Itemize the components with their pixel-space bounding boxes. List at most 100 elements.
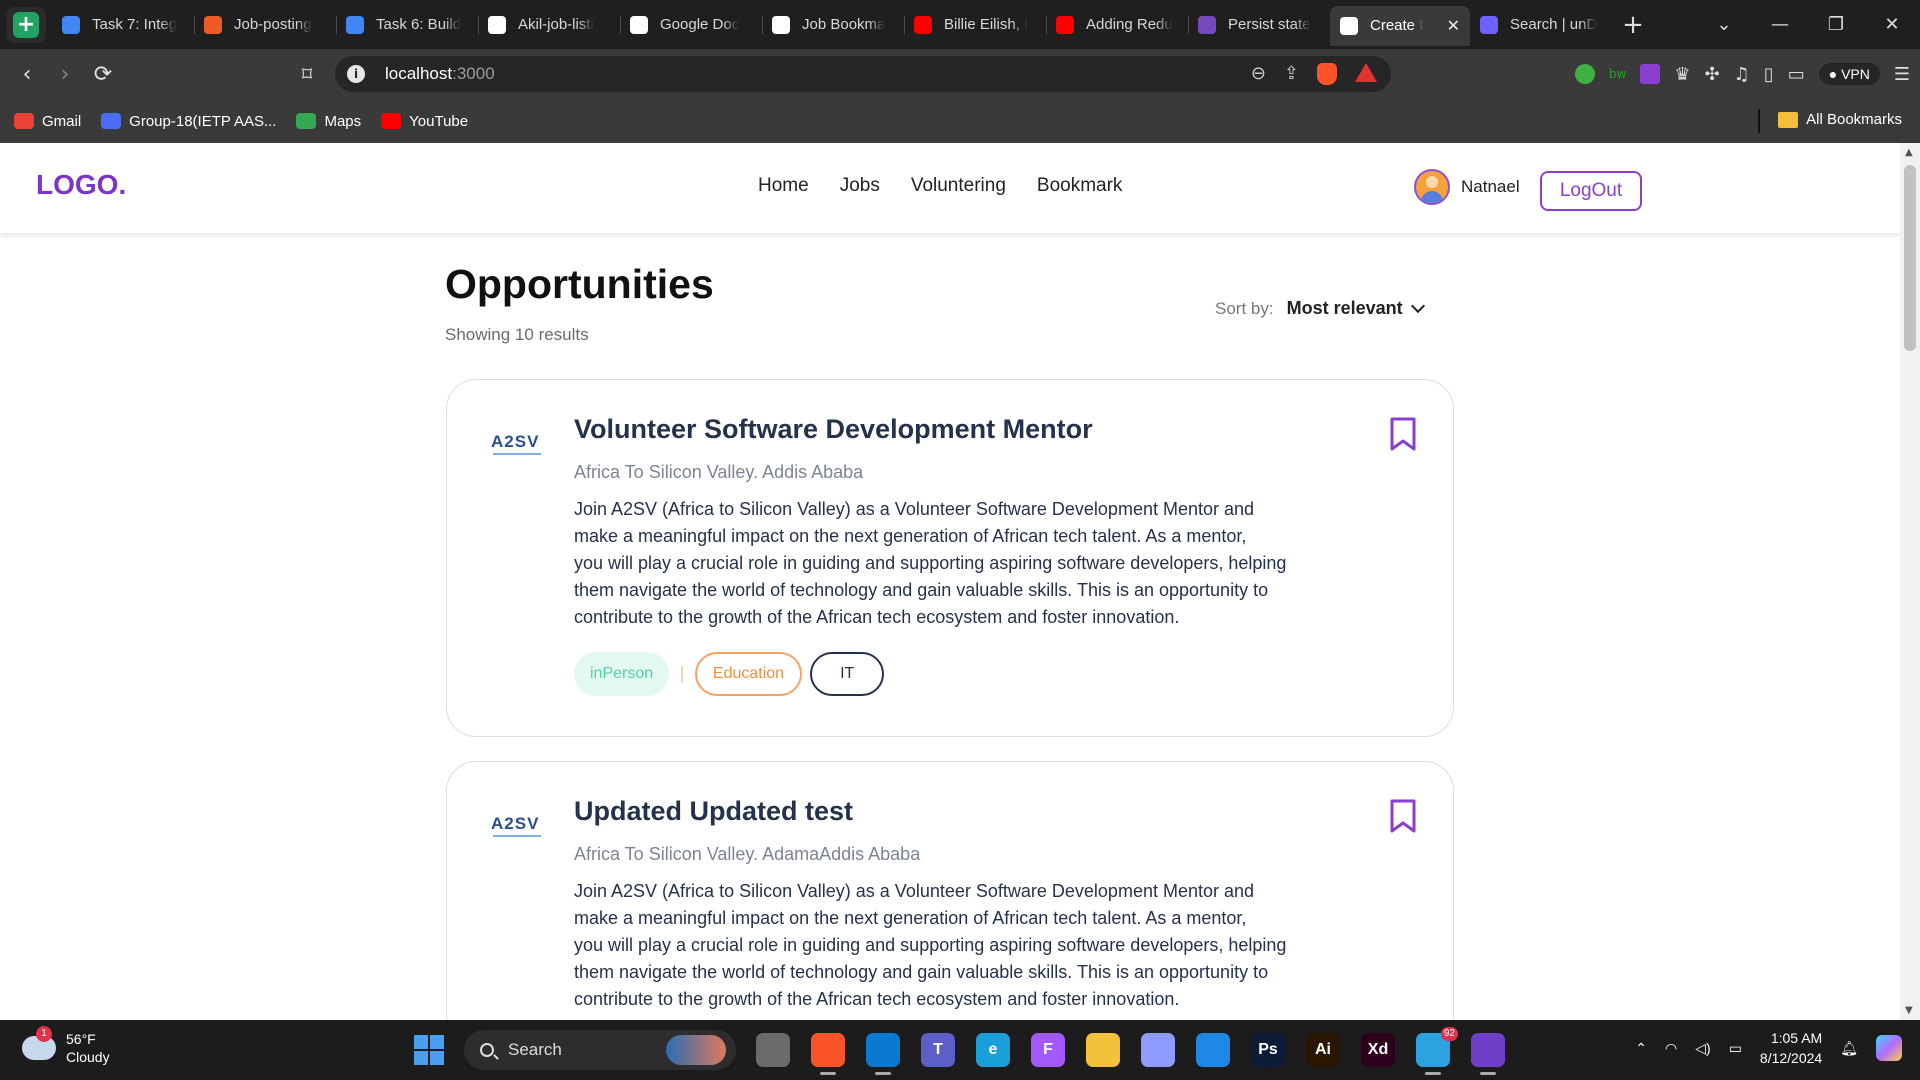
task-view-icon[interactable] <box>756 1033 790 1067</box>
opportunity-tags: inPerson | Education IT <box>574 652 885 696</box>
opportunity-card[interactable]: A2SV Volunteer Software Development Ment… <box>446 379 1454 737</box>
edge-icon[interactable]: e <box>976 1033 1010 1067</box>
logout-button[interactable]: LogOut <box>1540 171 1642 211</box>
reload-button[interactable]: ⟳ <box>84 62 122 87</box>
description-line: you will play a crucial role in guiding … <box>574 553 1287 573</box>
extensions-area: bw ♛ ✣ ♫ ▯ ▭ ● VPN ☰ <box>1574 49 1920 99</box>
tag-location-type: inPerson <box>574 652 670 696</box>
brave-icon[interactable] <box>811 1033 845 1075</box>
tab-search-chevron-icon[interactable]: ⌄ <box>1696 14 1752 35</box>
bookmark-item[interactable]: Gmail <box>14 113 81 130</box>
extension-plus-icon[interactable] <box>1574 64 1595 84</box>
browser-tab[interactable]: Persist state <box>1188 6 1330 44</box>
extension-s-icon[interactable] <box>1640 64 1661 84</box>
browser-tab[interactable]: Google Doc <box>620 6 762 44</box>
github-icon <box>488 15 506 34</box>
teams-icon[interactable]: T <box>921 1033 955 1067</box>
opportunity-org-location: Africa To Silicon Valley. AdamaAddis Aba… <box>574 844 921 864</box>
all-bookmarks-button[interactable]: All Bookmarks <box>1778 111 1902 128</box>
extension-crown-icon[interactable]: ♛ <box>1674 64 1690 85</box>
url-text[interactable]: localhost:3000 <box>385 64 495 84</box>
opportunity-title[interactable]: Volunteer Software Development Mentor <box>574 414 1093 445</box>
brave-shields-icon[interactable] <box>1317 63 1337 85</box>
illustrator-icon[interactable]: Ai <box>1306 1033 1340 1067</box>
extensions-puzzle-icon[interactable]: ✣ <box>1705 64 1720 85</box>
share-icon[interactable]: ⇪ <box>1284 63 1299 85</box>
copilot-icon[interactable] <box>1876 1035 1902 1061</box>
start-button[interactable] <box>414 1035 444 1065</box>
zoom-icon[interactable]: ⊖ <box>1251 63 1266 85</box>
opportunity-title[interactable]: Updated Updated test <box>574 796 853 827</box>
browser-tab[interactable]: Adding Redu <box>1046 6 1188 44</box>
sidebar-icon[interactable]: ▯ <box>1764 64 1774 85</box>
sort-label: Sort by: <box>1215 298 1274 318</box>
vpn-button[interactable]: ● VPN <box>1818 63 1880 85</box>
xd-icon[interactable]: Xd <box>1361 1033 1395 1067</box>
scroll-down-icon[interactable]: ▼ <box>1905 1005 1913 1016</box>
bookmark-label: Group-18(IETP AAS... <box>129 112 277 130</box>
close-tab-icon[interactable]: ✕ <box>1447 16 1460 36</box>
browser-tab[interactable]: Billie Eilish, I <box>904 6 1046 44</box>
nav-bookmark[interactable]: Bookmark <box>1037 175 1123 197</box>
browser-tab[interactable]: Create I ✕ <box>1330 5 1470 46</box>
bookmark-item[interactable]: Maps <box>296 113 361 130</box>
google-icon <box>630 15 648 34</box>
browser-tab[interactable]: Akil-job-listi <box>478 6 620 44</box>
telegram-icon[interactable]: 92 <box>1416 1027 1458 1075</box>
user-profile[interactable]: Natnael <box>1414 169 1520 205</box>
tab-title: Task 7: Integ <box>92 16 178 33</box>
photoshop-icon[interactable]: Ps <box>1251 1033 1285 1067</box>
taskbar-search[interactable]: Search <box>464 1030 736 1070</box>
bookmark-icon[interactable] <box>1389 416 1417 452</box>
battery-icon[interactable]: ▭ <box>1729 1040 1742 1057</box>
close-window-button[interactable]: ✕ <box>1864 14 1920 35</box>
nav-jobs[interactable]: Jobs <box>840 175 880 197</box>
framer-icon[interactable] <box>1196 1033 1230 1067</box>
volume-icon[interactable]: ◁) <box>1695 1040 1710 1057</box>
nav-voluntering[interactable]: Voluntering <box>911 175 1006 197</box>
bookmark-page-icon[interactable]: ⌑ <box>288 62 326 86</box>
window-controls: ⌄ — ❐ ✕ <box>1696 0 1920 49</box>
notifications-bell-icon[interactable]: 🔔︎ <box>1840 1040 1858 1057</box>
clock[interactable]: 1:05 AM 8/12/2024 <box>1760 1028 1822 1068</box>
media-icon[interactable]: ♫ <box>1734 64 1750 85</box>
back-button[interactable]: ‹ <box>8 62 46 87</box>
weather-widget[interactable]: 1 56°F Cloudy <box>22 1026 110 1066</box>
restore-button[interactable]: ❐ <box>1808 14 1864 35</box>
browser-tab[interactable]: Task 7: Integ <box>52 6 194 44</box>
browser-tab[interactable]: Task 6: Build <box>336 6 478 44</box>
wallet-icon[interactable]: ▭ <box>1788 64 1805 85</box>
chevron-up-icon[interactable]: ⌃ <box>1635 1040 1647 1057</box>
description-line: contribute to the growth of the African … <box>574 607 1180 627</box>
browser-tab[interactable]: Job-posting <box>194 6 336 44</box>
bookmark-icon[interactable] <box>1389 798 1417 834</box>
wifi-icon[interactable]: ◠ <box>1665 1040 1677 1057</box>
sheets-app-button[interactable]: + <box>6 6 46 43</box>
browser-tab[interactable]: Job Bookma <box>762 6 904 44</box>
sort-dropdown[interactable]: Sort by: Most relevant <box>1215 298 1425 319</box>
github-desktop-icon[interactable] <box>1471 1033 1505 1075</box>
opportunity-card[interactable]: A2SV Updated Updated test Africa To Sili… <box>446 761 1454 1020</box>
app-store-icon[interactable] <box>1141 1033 1175 1067</box>
nav-home[interactable]: Home <box>758 175 809 197</box>
minimize-button[interactable]: — <box>1752 14 1808 35</box>
bookmark-item[interactable]: YouTube <box>381 113 468 130</box>
site-info-icon[interactable]: i <box>347 65 365 83</box>
vscode-icon[interactable] <box>866 1033 900 1075</box>
forward-button[interactable]: › <box>46 62 84 87</box>
app-label: Ps <box>1258 1041 1278 1058</box>
menu-icon[interactable]: ☰ <box>1894 64 1910 85</box>
windows-taskbar: 1 56°F Cloudy Search Te F Ps Ai Xd 92 ⌃ ◠ ◁) … <box>0 1020 1920 1080</box>
page-scrollbar[interactable]: ▲ ▼ <box>1900 143 1920 1020</box>
figma-icon[interactable]: F <box>1031 1033 1065 1067</box>
address-bar[interactable]: i localhost:3000 ⊖ ⇪ <box>335 56 1391 92</box>
extension-bw-icon[interactable]: bw <box>1609 67 1626 81</box>
new-tab-button[interactable]: + <box>1612 10 1654 40</box>
browser-tab[interactable]: Search | unD <box>1470 6 1612 44</box>
file-explorer-icon[interactable] <box>1086 1033 1120 1067</box>
scroll-up-icon[interactable]: ▲ <box>1905 147 1913 158</box>
bookmark-item[interactable]: Group-18(IETP AAS... <box>101 113 276 130</box>
brave-rewards-icon[interactable] <box>1355 63 1377 82</box>
scroll-thumb[interactable] <box>1904 165 1916 351</box>
site-logo[interactable]: LOGO. <box>36 169 126 201</box>
